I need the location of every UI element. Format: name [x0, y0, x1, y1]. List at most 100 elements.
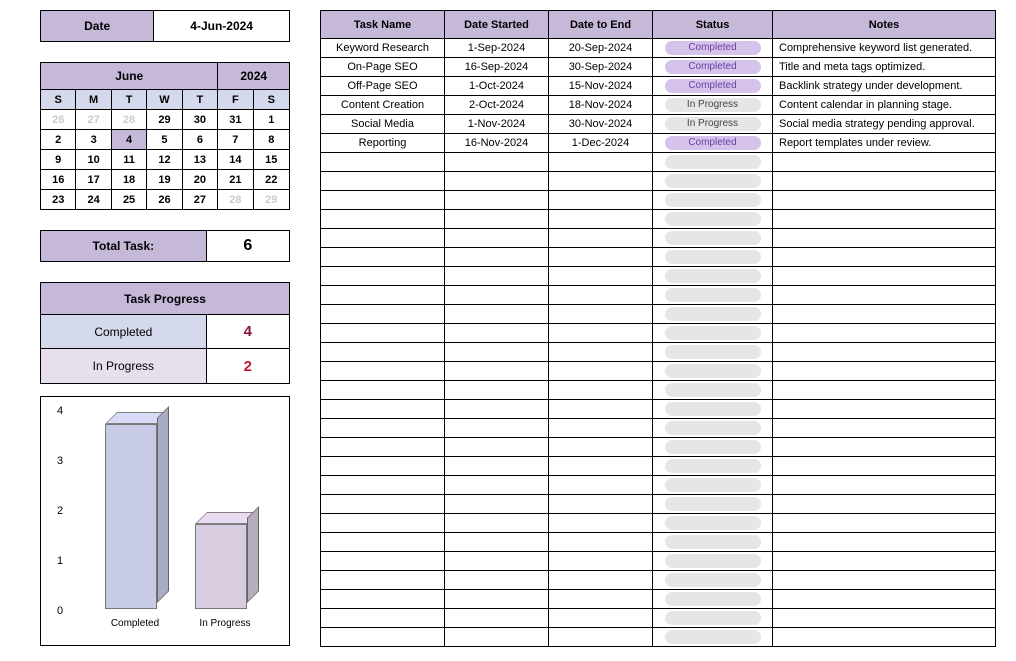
- empty-cell[interactable]: [653, 590, 773, 609]
- empty-cell[interactable]: [773, 362, 996, 381]
- empty-cell[interactable]: [773, 305, 996, 324]
- empty-cell[interactable]: [549, 590, 653, 609]
- task-row-empty[interactable]: [321, 571, 996, 590]
- task-start-cell[interactable]: 16-Sep-2024: [445, 58, 549, 77]
- task-row-empty[interactable]: [321, 286, 996, 305]
- calendar-day[interactable]: 18: [112, 169, 147, 189]
- empty-cell[interactable]: [773, 343, 996, 362]
- empty-cell[interactable]: [321, 419, 445, 438]
- task-row-empty[interactable]: [321, 590, 996, 609]
- status-pill-empty[interactable]: [665, 231, 761, 245]
- task-status-cell[interactable]: Completed: [653, 58, 773, 77]
- empty-cell[interactable]: [321, 438, 445, 457]
- calendar-day[interactable]: 28: [112, 109, 147, 129]
- status-pill-empty[interactable]: [665, 307, 761, 321]
- empty-cell[interactable]: [549, 153, 653, 172]
- task-end-cell[interactable]: 30-Sep-2024: [549, 58, 653, 77]
- status-pill[interactable]: Completed: [665, 136, 761, 150]
- calendar-day[interactable]: 19: [147, 169, 182, 189]
- task-name-cell[interactable]: Social Media: [321, 115, 445, 134]
- empty-cell[interactable]: [773, 267, 996, 286]
- task-row-empty[interactable]: [321, 628, 996, 647]
- task-row[interactable]: On-Page SEO16-Sep-202430-Sep-2024Complet…: [321, 58, 996, 77]
- empty-cell[interactable]: [321, 495, 445, 514]
- empty-cell[interactable]: [773, 609, 996, 628]
- empty-cell[interactable]: [549, 172, 653, 191]
- empty-cell[interactable]: [445, 229, 549, 248]
- calendar-day[interactable]: 27: [183, 189, 218, 209]
- empty-cell[interactable]: [549, 324, 653, 343]
- status-pill-empty[interactable]: [665, 402, 761, 416]
- empty-cell[interactable]: [321, 248, 445, 267]
- calendar-day[interactable]: 15: [254, 149, 289, 169]
- empty-cell[interactable]: [445, 495, 549, 514]
- calendar-day[interactable]: 28: [218, 189, 253, 209]
- empty-cell[interactable]: [773, 210, 996, 229]
- task-row-empty[interactable]: [321, 172, 996, 191]
- task-end-cell[interactable]: 20-Sep-2024: [549, 39, 653, 58]
- empty-cell[interactable]: [653, 609, 773, 628]
- task-row-empty[interactable]: [321, 229, 996, 248]
- empty-cell[interactable]: [653, 343, 773, 362]
- empty-cell[interactable]: [321, 381, 445, 400]
- empty-cell[interactable]: [773, 229, 996, 248]
- date-value[interactable]: 4-Jun-2024: [154, 11, 289, 41]
- empty-cell[interactable]: [445, 381, 549, 400]
- empty-cell[interactable]: [321, 571, 445, 590]
- empty-cell[interactable]: [653, 362, 773, 381]
- empty-cell[interactable]: [773, 153, 996, 172]
- task-notes-cell[interactable]: Backlink strategy under development.: [773, 77, 996, 96]
- empty-cell[interactable]: [321, 400, 445, 419]
- empty-cell[interactable]: [773, 590, 996, 609]
- status-pill-empty[interactable]: [665, 592, 761, 606]
- task-name-cell[interactable]: On-Page SEO: [321, 58, 445, 77]
- status-pill-empty[interactable]: [665, 573, 761, 587]
- empty-cell[interactable]: [321, 229, 445, 248]
- empty-cell[interactable]: [445, 153, 549, 172]
- empty-cell[interactable]: [321, 590, 445, 609]
- calendar-day[interactable]: 29: [147, 109, 182, 129]
- task-status-cell[interactable]: Completed: [653, 39, 773, 58]
- task-row-empty[interactable]: [321, 362, 996, 381]
- empty-cell[interactable]: [773, 552, 996, 571]
- calendar-day[interactable]: 21: [218, 169, 253, 189]
- status-pill-empty[interactable]: [665, 478, 761, 492]
- task-start-cell[interactable]: 1-Oct-2024: [445, 77, 549, 96]
- empty-cell[interactable]: [321, 172, 445, 191]
- empty-cell[interactable]: [773, 628, 996, 647]
- empty-cell[interactable]: [773, 438, 996, 457]
- empty-cell[interactable]: [773, 457, 996, 476]
- status-pill-empty[interactable]: [665, 345, 761, 359]
- empty-cell[interactable]: [549, 457, 653, 476]
- status-pill[interactable]: Completed: [665, 79, 761, 93]
- empty-cell[interactable]: [653, 267, 773, 286]
- task-row-empty[interactable]: [321, 400, 996, 419]
- task-notes-cell[interactable]: Social media strategy pending approval.: [773, 115, 996, 134]
- empty-cell[interactable]: [773, 400, 996, 419]
- empty-cell[interactable]: [445, 628, 549, 647]
- empty-cell[interactable]: [445, 210, 549, 229]
- empty-cell[interactable]: [445, 400, 549, 419]
- calendar-day[interactable]: 16: [41, 169, 76, 189]
- empty-cell[interactable]: [773, 191, 996, 210]
- status-pill-empty[interactable]: [665, 630, 761, 644]
- status-pill-empty[interactable]: [665, 174, 761, 188]
- calendar-day[interactable]: 2: [41, 129, 76, 149]
- task-row-empty[interactable]: [321, 533, 996, 552]
- empty-cell[interactable]: [549, 438, 653, 457]
- calendar-day[interactable]: 25: [112, 189, 147, 209]
- calendar-day[interactable]: 22: [254, 169, 289, 189]
- status-pill-empty[interactable]: [665, 516, 761, 530]
- empty-cell[interactable]: [445, 191, 549, 210]
- status-pill-empty[interactable]: [665, 383, 761, 397]
- empty-cell[interactable]: [653, 438, 773, 457]
- empty-cell[interactable]: [653, 248, 773, 267]
- empty-cell[interactable]: [549, 552, 653, 571]
- empty-cell[interactable]: [653, 172, 773, 191]
- calendar-day[interactable]: 8: [254, 129, 289, 149]
- task-start-cell[interactable]: 16-Nov-2024: [445, 134, 549, 153]
- calendar-day[interactable]: 10: [76, 149, 111, 169]
- task-row-empty[interactable]: [321, 324, 996, 343]
- status-pill-empty[interactable]: [665, 421, 761, 435]
- task-name-cell[interactable]: Content Creation: [321, 96, 445, 115]
